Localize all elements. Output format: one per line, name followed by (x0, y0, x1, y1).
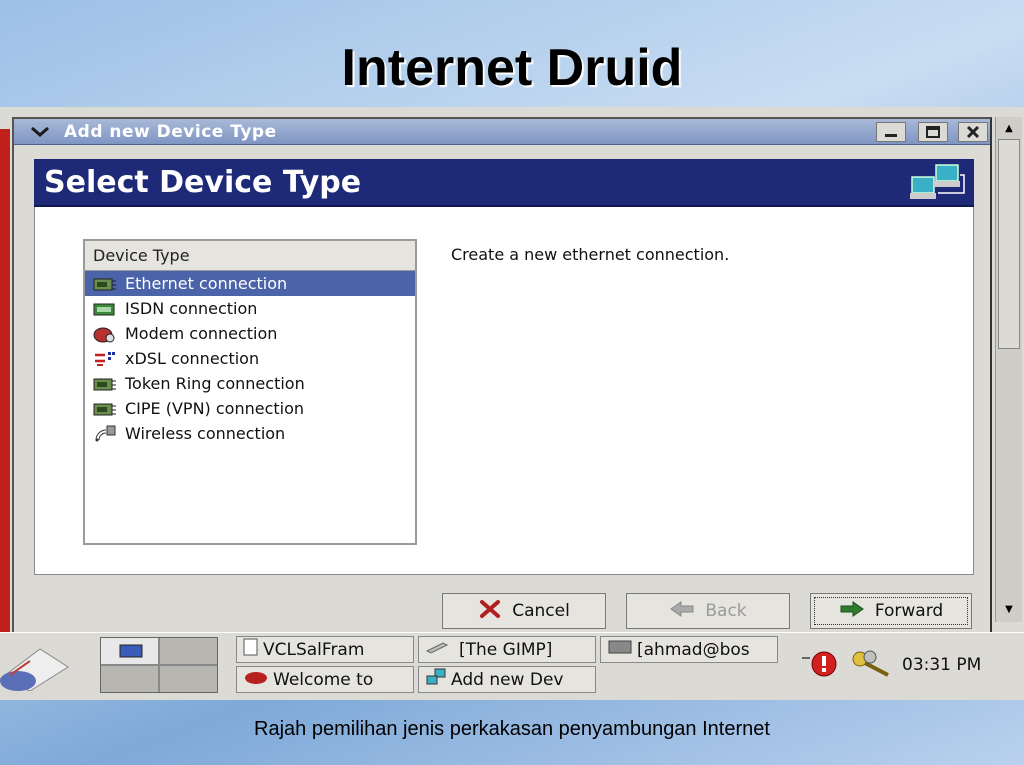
window-title: Add new Device Type (64, 122, 277, 142)
taskbar-clock[interactable]: 03:31 PM (902, 655, 981, 675)
terminal-icon (607, 639, 633, 660)
cancel-label: Cancel (512, 601, 570, 621)
slide-title: Internet Druid (341, 39, 683, 97)
scroll-down-icon[interactable]: ▼ (998, 600, 1020, 618)
network-card-icon (93, 275, 117, 293)
close-button[interactable] (958, 122, 988, 142)
task-label: VCLSalFram (263, 639, 365, 660)
task-label: [ahmad@bos (637, 639, 750, 660)
window-titlebar[interactable]: Add new Device Type (14, 119, 990, 145)
network-computers-icon (425, 668, 447, 691)
window-menu-chevron-icon[interactable] (20, 122, 60, 142)
list-item-label: xDSL connection (125, 349, 260, 368)
list-item-token-ring[interactable]: Token Ring connection (85, 371, 415, 396)
redhat-icon (243, 669, 269, 690)
modem-icon (93, 325, 117, 343)
network-card-icon (93, 375, 117, 393)
forward-label: Forward (874, 601, 944, 621)
task-label: Welcome to (273, 669, 374, 690)
workspace-pager[interactable] (100, 637, 218, 693)
scroll-up-icon[interactable]: ▲ (998, 119, 1020, 137)
back-button[interactable]: Back (626, 593, 790, 629)
network-computers-icon (906, 163, 968, 207)
list-item-label: Wireless connection (125, 424, 286, 443)
banner-title: Select Device Type (44, 165, 362, 200)
system-tray (800, 649, 896, 683)
network-card-icon (93, 400, 117, 418)
slide-caption: Rajah pemilihan jenis perkakasan penyamb… (254, 718, 770, 740)
document-icon (243, 638, 259, 661)
list-column-header[interactable]: Device Type (85, 241, 415, 271)
list-item-label: Token Ring connection (125, 374, 305, 393)
list-item-wireless[interactable]: Wireless connection (85, 421, 415, 446)
task-gimp[interactable]: [The GIMP] (418, 636, 596, 663)
list-item-ethernet[interactable]: Ethernet connection (85, 271, 415, 296)
background-window-edge (0, 129, 10, 689)
list-item-isdn[interactable]: ISDN connection (85, 296, 415, 321)
wireless-icon (93, 425, 117, 443)
list-item-label: ISDN connection (125, 299, 258, 318)
workspace-3[interactable] (101, 666, 158, 692)
task-label: [The GIMP] (459, 639, 553, 660)
list-item-label: Modem connection (125, 324, 278, 343)
list-item-xdsl[interactable]: xDSL connection (85, 346, 415, 371)
xdsl-icon (93, 350, 117, 368)
task-label: Add new Dev (451, 669, 564, 690)
task-terminal[interactable]: [ahmad@bos (600, 636, 778, 663)
forward-button[interactable]: Forward (810, 593, 972, 629)
start-menu-icon[interactable] (0, 639, 70, 695)
task-vclsalframe[interactable]: VCLSalFram (236, 636, 414, 663)
maximize-button[interactable] (918, 122, 948, 142)
list-item-cipe-vpn[interactable]: CIPE (VPN) connection (85, 396, 415, 421)
list-item-modem[interactable]: Modem connection (85, 321, 415, 346)
workspace-2[interactable] (160, 638, 217, 664)
workspace-1[interactable] (101, 638, 158, 664)
dialog-content: Device Type Ethernet connection ISDN con… (34, 207, 974, 575)
scrollbar-thumb[interactable] (998, 139, 1020, 349)
druid-banner: Select Device Type (34, 159, 974, 207)
device-description: Create a new ethernet connection. (451, 245, 730, 264)
cancel-button[interactable]: Cancel (442, 593, 606, 629)
list-item-label: CIPE (VPN) connection (125, 399, 305, 418)
workspace-4[interactable] (160, 666, 217, 692)
alert-icon[interactable] (800, 649, 844, 683)
add-device-dialog: Add new Device Type Select Device Type D… (12, 117, 992, 700)
device-type-list[interactable]: Device Type Ethernet connection ISDN con… (83, 239, 417, 545)
task-add-new-device[interactable]: Add new Dev (418, 666, 596, 693)
arrow-right-icon (839, 600, 865, 623)
back-label: Back (705, 601, 747, 621)
isdn-card-icon (93, 300, 117, 318)
desktop-screenshot: Add new Device Type Select Device Type D… (0, 107, 1024, 700)
list-item-label: Ethernet connection (125, 274, 288, 293)
task-welcome[interactable]: Welcome to (236, 666, 414, 693)
minimize-button[interactable] (876, 122, 906, 142)
keys-icon[interactable] (850, 649, 896, 683)
taskbar: VCLSalFram [The GIMP] [ahmad@bos Welcome… (0, 632, 1024, 700)
brush-icon (425, 639, 455, 660)
background-scrollbar[interactable]: ▲ ▼ (995, 117, 1022, 622)
x-icon (478, 599, 502, 624)
arrow-left-icon (669, 600, 695, 623)
